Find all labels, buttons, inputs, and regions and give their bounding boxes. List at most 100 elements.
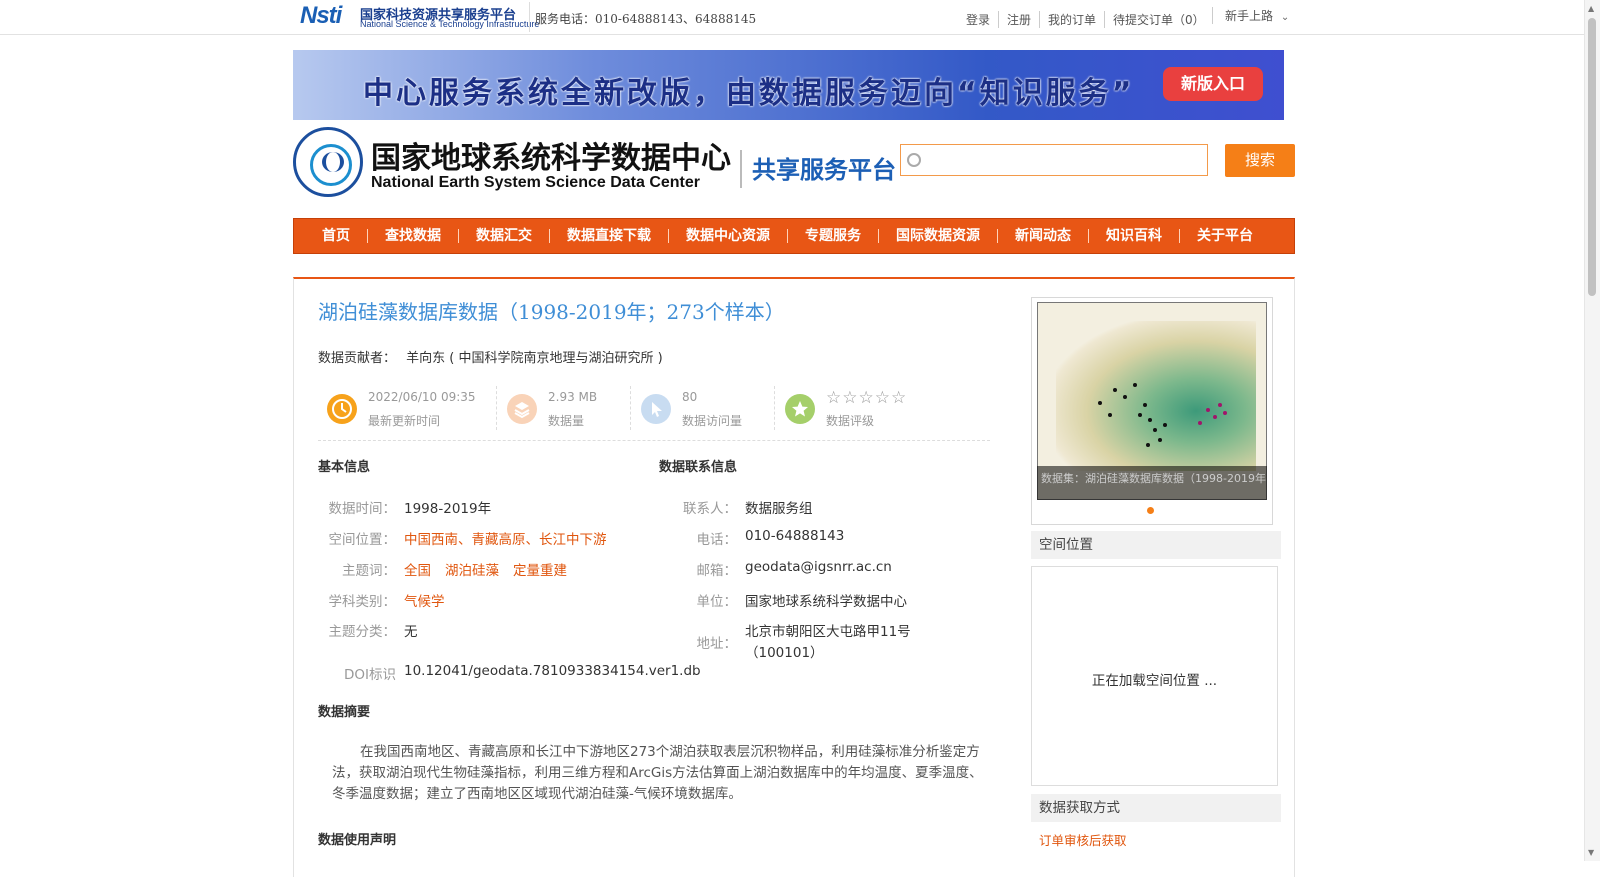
thumbnail-caption: 数据集：湖泊硅藻数据库数据（1998-2019年；273个样本） bbox=[1037, 466, 1267, 500]
category-value: 无 bbox=[404, 624, 418, 640]
register-link[interactable]: 注册 bbox=[998, 11, 1039, 28]
contact-address-line1: 北京市朝阳区大屯路甲11号 bbox=[745, 624, 911, 640]
top-bar: Nsti 国家科技资源共享服务平台 National Science & Tec… bbox=[0, 0, 1585, 35]
space-loading-text: 正在加载空间位置 ... bbox=[1091, 673, 1218, 689]
promo-banner[interactable]: 中心服务系统全新改版，由数据服务迈向“知识服务” 新版入口 bbox=[293, 50, 1284, 120]
map-point bbox=[1138, 413, 1142, 417]
visits-value: 80 bbox=[682, 390, 698, 404]
divider bbox=[529, 2, 530, 32]
chevron-down-icon: ⌄ bbox=[1280, 12, 1290, 23]
nav-special-services[interactable]: 专题服务 bbox=[787, 229, 878, 243]
contact-phone-value: 010-64888143 bbox=[745, 528, 845, 544]
map-point bbox=[1158, 438, 1162, 442]
map-point bbox=[1213, 415, 1217, 419]
nav-home[interactable]: 首页 bbox=[310, 229, 367, 243]
stat-rating: ☆☆☆☆☆ 数据评级 bbox=[776, 382, 976, 432]
nav-news[interactable]: 新闻动态 bbox=[997, 229, 1088, 243]
discipline-value[interactable]: 气候学 bbox=[404, 590, 445, 610]
map-point bbox=[1108, 413, 1112, 417]
scrollbar-thumb[interactable] bbox=[1588, 18, 1596, 296]
banner-text: 中心服务系统全新改版，由数据服务迈向“知识服务” bbox=[363, 76, 1135, 111]
map-point bbox=[1198, 421, 1202, 425]
data-time-label: 数据时间： bbox=[328, 501, 397, 517]
page-scrollbar[interactable]: ▲ ▼ bbox=[1584, 0, 1600, 861]
map-point bbox=[1153, 428, 1157, 432]
nav-knowledge[interactable]: 知识百科 bbox=[1088, 229, 1179, 243]
stat-size: 2.93 MB 数据量 bbox=[498, 382, 628, 432]
rating-stars-icon[interactable]: ☆☆☆☆☆ bbox=[826, 388, 907, 408]
new-version-button[interactable]: 新版入口 bbox=[1163, 67, 1263, 101]
scroll-down-icon[interactable]: ▼ bbox=[1588, 848, 1594, 857]
center-name-en: National Earth System Science Data Cente… bbox=[371, 174, 701, 191]
search-input[interactable] bbox=[923, 147, 1207, 175]
data-time-value: 1998-2019年 bbox=[404, 501, 492, 517]
page-title: 湖泊硅藻数据库数据（1998-2019年；273个样本） bbox=[318, 300, 785, 324]
map-point bbox=[1133, 383, 1137, 387]
visits-label: 数据访问量 bbox=[682, 414, 743, 428]
contact-unit-value: 国家地球系统科学数据中心 bbox=[745, 594, 907, 610]
contact-phone-label: 电话： bbox=[696, 532, 738, 548]
keyword-link[interactable]: 全国 bbox=[404, 563, 431, 579]
my-orders-link[interactable]: 我的订单 bbox=[1039, 11, 1104, 28]
contributor-value[interactable]: 羊向东 ( 中国科学院南京地理与湖泊研究所 ) bbox=[406, 351, 663, 366]
access-method-link[interactable]: 订单审核后获取 bbox=[1039, 830, 1127, 849]
updated-label: 最新更新时间 bbox=[368, 414, 441, 428]
platform-name: 共享服务平台 bbox=[752, 156, 896, 184]
nsti-logo[interactable]: Nsti 国家科技资源共享服务平台 National Science & Tec… bbox=[300, 2, 539, 30]
keyword-link[interactable]: 定量重建 bbox=[513, 563, 567, 579]
doi-label: DOI标识 bbox=[343, 667, 396, 683]
contact-person-value: 数据服务组 bbox=[745, 501, 813, 517]
map-land bbox=[1056, 321, 1256, 471]
newbie-guide-menu[interactable]: 新手上路 ⌄ bbox=[1212, 7, 1289, 24]
pending-orders-link[interactable]: 待提交订单（0） bbox=[1104, 11, 1213, 28]
map-point bbox=[1113, 388, 1117, 392]
contact-unit-label: 单位： bbox=[696, 594, 738, 610]
map-point bbox=[1098, 401, 1102, 405]
basic-info-heading: 基本信息 bbox=[318, 460, 371, 475]
star-badge-icon bbox=[785, 394, 815, 424]
map-point bbox=[1143, 403, 1147, 407]
dataset-stats: 2022/06/10 09:35 最新更新时间 2.93 MB 数据量 80 数… bbox=[318, 382, 990, 441]
keywords-value: 全国 湖泊硅藻 定量重建 bbox=[404, 559, 581, 579]
nav-find-data[interactable]: 查找数据 bbox=[367, 229, 458, 243]
contact-email-value[interactable]: geodata@igsnrr.ac.cn bbox=[745, 559, 892, 575]
nav-about[interactable]: 关于平台 bbox=[1179, 229, 1270, 243]
doi-value: 10.12041/geodata.7810933834154.ver1.db bbox=[404, 663, 701, 679]
nav-international-data[interactable]: 国际数据资源 bbox=[878, 229, 997, 243]
contact-person-label: 联系人： bbox=[683, 501, 737, 517]
map-point bbox=[1163, 423, 1167, 427]
scroll-up-icon[interactable]: ▲ bbox=[1588, 4, 1594, 13]
contact-address-label: 地址： bbox=[696, 636, 738, 652]
size-value: 2.93 MB bbox=[548, 390, 598, 404]
login-link[interactable]: 登录 bbox=[958, 11, 998, 28]
contact-address-line2: （100101） bbox=[745, 645, 824, 661]
keywords-label: 主题词： bbox=[342, 563, 396, 579]
abstract-text: 在我国西南地区、青藏高原和长江中下游地区273个湖泊获取表层沉积物样品，利用硅藻… bbox=[332, 744, 983, 802]
usage-heading: 数据使用声明 bbox=[318, 833, 397, 848]
center-logo[interactable]: 国家地球系统科学数据中心 National Earth System Scien… bbox=[293, 127, 733, 201]
size-label: 数据量 bbox=[548, 414, 585, 428]
space-map-panel[interactable]: 正在加载空间位置 ... bbox=[1031, 566, 1278, 786]
nav-center-resources[interactable]: 数据中心资源 bbox=[668, 229, 787, 243]
spatial-value[interactable]: 中国西南、青藏高原、长江中下游 bbox=[404, 528, 607, 548]
space-heading: 空间位置 bbox=[1031, 531, 1281, 559]
search-button[interactable]: 搜索 bbox=[1225, 144, 1295, 177]
keyword-link[interactable]: 湖泊硅藻 bbox=[445, 563, 499, 579]
carousel-indicator[interactable] bbox=[1147, 507, 1154, 514]
map-point bbox=[1206, 408, 1210, 412]
rating-label: 数据评级 bbox=[826, 414, 875, 428]
nav-direct-download[interactable]: 数据直接下载 bbox=[549, 229, 668, 243]
logo-separator bbox=[740, 150, 742, 188]
nav-data-submission[interactable]: 数据汇交 bbox=[458, 229, 549, 243]
center-emblem-icon bbox=[293, 127, 363, 197]
search-box[interactable] bbox=[900, 144, 1208, 176]
map-point bbox=[1218, 403, 1222, 407]
layers-icon bbox=[507, 394, 537, 424]
map-point bbox=[1148, 418, 1152, 422]
contact-info-heading: 数据联系信息 bbox=[659, 460, 738, 475]
thumbnail-carousel[interactable]: 数据集：湖泊硅藻数据库数据（1998-2019年；273个样本） bbox=[1031, 297, 1273, 525]
category-label: 主题分类： bbox=[328, 624, 397, 640]
nsti-logo-mark: Nsti bbox=[300, 2, 342, 29]
updated-value: 2022/06/10 09:35 bbox=[368, 390, 476, 404]
contributor-label: 数据贡献者： bbox=[318, 351, 397, 366]
